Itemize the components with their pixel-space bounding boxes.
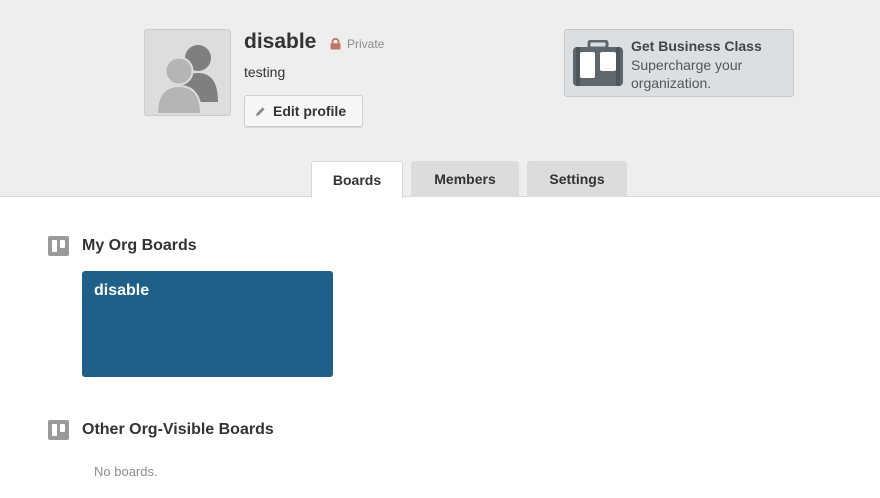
business-class-promo[interactable]: Get Business Class Supercharge your orga…	[564, 29, 794, 97]
org-header: disable Private testing Edit profile Get…	[0, 0, 880, 198]
board-tile[interactable]: disable	[82, 271, 333, 377]
business-class-subtitle: Supercharge your organization.	[631, 57, 743, 91]
board-icon	[48, 420, 69, 440]
briefcase-icon	[573, 40, 623, 86]
pencil-icon	[256, 106, 265, 116]
board-tile-name: disable	[94, 282, 150, 299]
tab-members[interactable]: Members	[411, 161, 519, 197]
lock-icon	[330, 38, 341, 50]
my-org-boards-heading: My Org Boards	[48, 236, 197, 256]
no-boards-message: No boards.	[94, 464, 158, 479]
org-avatar	[144, 29, 231, 116]
my-org-boards-title: My Org Boards	[82, 237, 197, 254]
members-placeholder-icon	[155, 45, 218, 115]
visibility-label: Private	[347, 37, 385, 51]
tab-boards[interactable]: Boards	[311, 161, 403, 198]
other-boards-heading: Other Org-Visible Boards	[48, 420, 274, 440]
edit-profile-label: Edit profile	[273, 103, 347, 119]
business-class-title: Get Business Class	[631, 38, 762, 54]
board-icon	[48, 236, 69, 256]
edit-profile-button[interactable]: Edit profile	[244, 95, 363, 127]
tab-settings[interactable]: Settings	[527, 161, 627, 197]
org-description: testing	[244, 64, 286, 80]
other-boards-title: Other Org-Visible Boards	[82, 421, 274, 438]
visibility-badge: Private	[330, 37, 384, 51]
org-name: disable	[244, 30, 317, 53]
